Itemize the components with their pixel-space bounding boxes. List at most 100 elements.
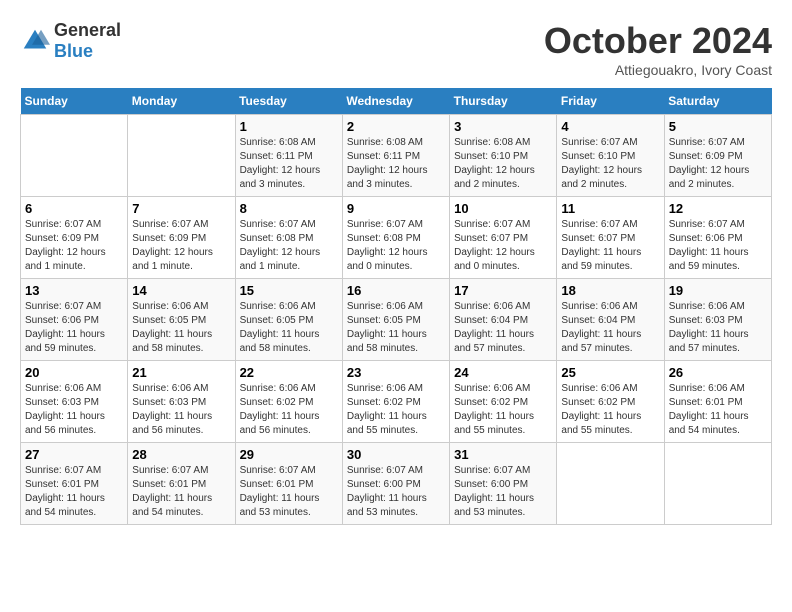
calendar-cell: 27 Sunrise: 6:07 AM Sunset: 6:01 PM Dayli… xyxy=(21,443,128,525)
day-info: Sunrise: 6:07 AM Sunset: 6:10 PM Dayligh… xyxy=(561,136,659,192)
calendar-cell: 24 Sunrise: 6:06 AM Sunset: 6:02 PM Dayli… xyxy=(450,361,557,443)
column-header-friday: Friday xyxy=(557,88,664,115)
day-info: Sunrise: 6:07 AM Sunset: 6:06 PM Dayligh… xyxy=(25,300,123,356)
day-info: Sunrise: 6:06 AM Sunset: 6:05 PM Dayligh… xyxy=(347,300,445,356)
column-header-sunday: Sunday xyxy=(21,88,128,115)
day-number: 26 xyxy=(669,365,767,380)
calendar-week-3: 13Sunrise: 6:07 AM Sunset: 6:06 PM Dayli… xyxy=(21,279,772,361)
calendar-cell: 7 Sunrise: 6:07 AM Sunset: 6:09 PM Daylig… xyxy=(128,197,235,279)
calendar-table: SundayMondayTuesdayWednesdayThursdayFrid… xyxy=(20,88,772,525)
calendar-header: SundayMondayTuesdayWednesdayThursdayFrid… xyxy=(21,88,772,115)
day-info: Sunrise: 6:07 AM Sunset: 6:00 PM Dayligh… xyxy=(347,464,445,520)
calendar-cell xyxy=(128,115,235,197)
day-info: Sunrise: 6:06 AM Sunset: 6:05 PM Dayligh… xyxy=(240,300,338,356)
column-header-saturday: Saturday xyxy=(664,88,771,115)
day-number: 3 xyxy=(454,119,552,134)
day-info: Sunrise: 6:07 AM Sunset: 6:06 PM Dayligh… xyxy=(669,218,767,274)
calendar-cell: 23Sunrise: 6:06 AM Sunset: 6:02 PM Dayli… xyxy=(342,361,449,443)
day-info: Sunrise: 6:06 AM Sunset: 6:02 PM Dayligh… xyxy=(347,382,445,438)
calendar-cell: 30Sunrise: 6:07 AM Sunset: 6:00 PM Dayli… xyxy=(342,443,449,525)
day-number: 12 xyxy=(669,201,767,216)
calendar-week-5: 27 Sunrise: 6:07 AM Sunset: 6:01 PM Dayli… xyxy=(21,443,772,525)
calendar-cell: 17 Sunrise: 6:06 AM Sunset: 6:04 PM Dayli… xyxy=(450,279,557,361)
day-info: Sunrise: 6:08 AM Sunset: 6:11 PM Dayligh… xyxy=(347,136,445,192)
day-info: Sunrise: 6:07 AM Sunset: 6:00 PM Dayligh… xyxy=(454,464,552,520)
calendar-cell: 28Sunrise: 6:07 AM Sunset: 6:01 PM Dayli… xyxy=(128,443,235,525)
day-info: Sunrise: 6:06 AM Sunset: 6:04 PM Dayligh… xyxy=(454,300,552,356)
calendar-cell: 11Sunrise: 6:07 AM Sunset: 6:07 PM Dayli… xyxy=(557,197,664,279)
calendar-cell: 18 Sunrise: 6:06 AM Sunset: 6:04 PM Dayli… xyxy=(557,279,664,361)
calendar-cell: 22 Sunrise: 6:06 AM Sunset: 6:02 PM Dayli… xyxy=(235,361,342,443)
calendar-cell: 10 Sunrise: 6:07 AM Sunset: 6:07 PM Dayli… xyxy=(450,197,557,279)
day-info: Sunrise: 6:07 AM Sunset: 6:01 PM Dayligh… xyxy=(132,464,230,520)
calendar-cell xyxy=(557,443,664,525)
calendar-cell: 14Sunrise: 6:06 AM Sunset: 6:05 PM Dayli… xyxy=(128,279,235,361)
day-number: 4 xyxy=(561,119,659,134)
column-header-tuesday: Tuesday xyxy=(235,88,342,115)
day-info: Sunrise: 6:06 AM Sunset: 6:01 PM Dayligh… xyxy=(669,382,767,438)
calendar-cell xyxy=(21,115,128,197)
calendar-cell: 20 Sunrise: 6:06 AM Sunset: 6:03 PM Dayli… xyxy=(21,361,128,443)
calendar-cell: 25Sunrise: 6:06 AM Sunset: 6:02 PM Dayli… xyxy=(557,361,664,443)
logo: General Blue xyxy=(20,20,121,62)
day-number: 17 xyxy=(454,283,552,298)
calendar-cell: 5 Sunrise: 6:07 AM Sunset: 6:09 PM Daylig… xyxy=(664,115,771,197)
day-number: 21 xyxy=(132,365,230,380)
day-number: 22 xyxy=(240,365,338,380)
day-info: Sunrise: 6:06 AM Sunset: 6:05 PM Dayligh… xyxy=(132,300,230,356)
day-info: Sunrise: 6:08 AM Sunset: 6:10 PM Dayligh… xyxy=(454,136,552,192)
calendar-week-4: 20 Sunrise: 6:06 AM Sunset: 6:03 PM Dayli… xyxy=(21,361,772,443)
calendar-body: 1 Sunrise: 6:08 AM Sunset: 6:11 PM Daylig… xyxy=(21,115,772,525)
calendar-cell: 12 Sunrise: 6:07 AM Sunset: 6:06 PM Dayli… xyxy=(664,197,771,279)
title-block: October 2024 Attiegouakro, Ivory Coast xyxy=(544,20,772,78)
day-info: Sunrise: 6:06 AM Sunset: 6:02 PM Dayligh… xyxy=(240,382,338,438)
day-info: Sunrise: 6:06 AM Sunset: 6:02 PM Dayligh… xyxy=(561,382,659,438)
day-number: 24 xyxy=(454,365,552,380)
day-info: Sunrise: 6:07 AM Sunset: 6:01 PM Dayligh… xyxy=(240,464,338,520)
day-info: Sunrise: 6:07 AM Sunset: 6:08 PM Dayligh… xyxy=(347,218,445,274)
day-number: 19 xyxy=(669,283,767,298)
day-number: 27 xyxy=(25,447,123,462)
day-number: 5 xyxy=(669,119,767,134)
day-number: 31 xyxy=(454,447,552,462)
day-info: Sunrise: 6:06 AM Sunset: 6:04 PM Dayligh… xyxy=(561,300,659,356)
day-info: Sunrise: 6:07 AM Sunset: 6:09 PM Dayligh… xyxy=(669,136,767,192)
day-number: 15 xyxy=(240,283,338,298)
calendar-cell: 9 Sunrise: 6:07 AM Sunset: 6:08 PM Daylig… xyxy=(342,197,449,279)
day-number: 16 xyxy=(347,283,445,298)
calendar-week-2: 6 Sunrise: 6:07 AM Sunset: 6:09 PM Daylig… xyxy=(21,197,772,279)
day-number: 18 xyxy=(561,283,659,298)
day-info: Sunrise: 6:07 AM Sunset: 6:01 PM Dayligh… xyxy=(25,464,123,520)
day-number: 20 xyxy=(25,365,123,380)
calendar-cell: 13Sunrise: 6:07 AM Sunset: 6:06 PM Dayli… xyxy=(21,279,128,361)
day-number: 9 xyxy=(347,201,445,216)
day-info: Sunrise: 6:06 AM Sunset: 6:03 PM Dayligh… xyxy=(25,382,123,438)
day-info: Sunrise: 6:06 AM Sunset: 6:03 PM Dayligh… xyxy=(669,300,767,356)
day-info: Sunrise: 6:07 AM Sunset: 6:09 PM Dayligh… xyxy=(25,218,123,274)
calendar-cell: 19 Sunrise: 6:06 AM Sunset: 6:03 PM Dayli… xyxy=(664,279,771,361)
day-number: 6 xyxy=(25,201,123,216)
logo-blue-text: Blue xyxy=(54,41,93,61)
calendar-week-1: 1 Sunrise: 6:08 AM Sunset: 6:11 PM Daylig… xyxy=(21,115,772,197)
day-info: Sunrise: 6:06 AM Sunset: 6:02 PM Dayligh… xyxy=(454,382,552,438)
calendar-cell: 6 Sunrise: 6:07 AM Sunset: 6:09 PM Daylig… xyxy=(21,197,128,279)
header-row: SundayMondayTuesdayWednesdayThursdayFrid… xyxy=(21,88,772,115)
day-number: 1 xyxy=(240,119,338,134)
calendar-cell: 29Sunrise: 6:07 AM Sunset: 6:01 PM Dayli… xyxy=(235,443,342,525)
logo-icon xyxy=(20,26,50,56)
calendar-cell: 2 Sunrise: 6:08 AM Sunset: 6:11 PM Daylig… xyxy=(342,115,449,197)
day-number: 10 xyxy=(454,201,552,216)
calendar-cell xyxy=(664,443,771,525)
calendar-cell: 4 Sunrise: 6:07 AM Sunset: 6:10 PM Daylig… xyxy=(557,115,664,197)
day-info: Sunrise: 6:07 AM Sunset: 6:09 PM Dayligh… xyxy=(132,218,230,274)
day-number: 7 xyxy=(132,201,230,216)
logo-general-text: General xyxy=(54,20,121,40)
day-info: Sunrise: 6:07 AM Sunset: 6:07 PM Dayligh… xyxy=(561,218,659,274)
day-number: 2 xyxy=(347,119,445,134)
day-info: Sunrise: 6:07 AM Sunset: 6:07 PM Dayligh… xyxy=(454,218,552,274)
calendar-cell: 1 Sunrise: 6:08 AM Sunset: 6:11 PM Daylig… xyxy=(235,115,342,197)
day-number: 8 xyxy=(240,201,338,216)
day-info: Sunrise: 6:08 AM Sunset: 6:11 PM Dayligh… xyxy=(240,136,338,192)
day-info: Sunrise: 6:06 AM Sunset: 6:03 PM Dayligh… xyxy=(132,382,230,438)
calendar-cell: 3 Sunrise: 6:08 AM Sunset: 6:10 PM Daylig… xyxy=(450,115,557,197)
